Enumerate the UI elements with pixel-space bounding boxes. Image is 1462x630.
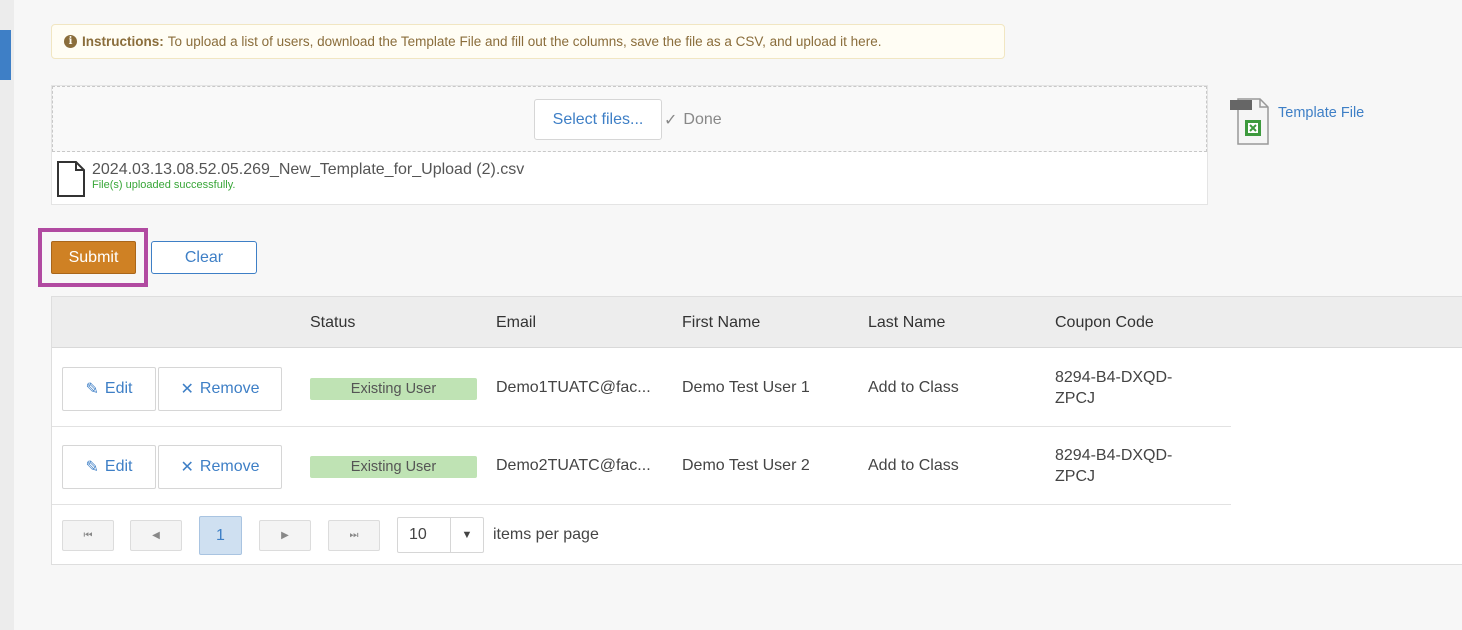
coupon-code-line: 8294-B4-DXQD- <box>1055 447 1173 464</box>
first-page-button[interactable]: ⏮ <box>62 520 114 551</box>
first-name-cell: Demo Test User 1 <box>682 379 810 396</box>
left-nav-accent <box>0 30 11 80</box>
pencil-icon: ✎ <box>85 459 99 476</box>
uploaded-file: 2024.03.13.08.52.05.269_New_Template_for… <box>56 161 524 197</box>
prev-page-icon: ◀ <box>152 530 160 541</box>
file-icon <box>57 161 85 197</box>
grid-header: Status Email First Name Last Name Coupon… <box>52 297 1462 348</box>
last-page-icon: ⏭ <box>349 530 359 541</box>
email-cell: Demo1TUATC@fac... <box>496 379 651 396</box>
page-1-button[interactable]: 1 <box>199 516 242 555</box>
last-name-cell: Add to Class <box>868 457 959 474</box>
first-name-cell: Demo Test User 2 <box>682 457 810 474</box>
x-icon: ✕ <box>180 459 194 476</box>
remove-label: Remove <box>199 380 260 397</box>
submit-button[interactable]: Submit <box>51 241 136 274</box>
column-header-last-name[interactable]: Last Name <box>868 297 945 348</box>
coupon-code-cell: 8294-B4-DXQD- ZPCJ <box>1055 349 1172 427</box>
edit-label: Edit <box>104 380 133 397</box>
x-icon: ✕ <box>180 381 194 398</box>
next-page-icon: ▶ <box>281 530 289 541</box>
status-badge: Existing User <box>310 378 477 400</box>
coupon-code-cell: 8294-B4-DXQD- ZPCJ <box>1055 427 1172 505</box>
file-upload: Select files... ✓ Done 2024.03.13.08.52.… <box>51 85 1208 205</box>
left-rail <box>0 0 14 630</box>
coupon-code-line: 8294-B4-DXQD- <box>1055 369 1173 386</box>
pencil-icon: ✎ <box>85 381 99 398</box>
instructions-banner: i Instructions: To upload a list of user… <box>51 24 1005 59</box>
table-row: ✎ Edit ✕ Remove Existing User Demo1TUATC… <box>52 349 1231 427</box>
xls-file-icon <box>1230 98 1269 145</box>
column-header-status[interactable]: Status <box>310 297 355 348</box>
prev-page-button[interactable]: ◀ <box>130 520 182 551</box>
template-file-link[interactable]: Template File <box>1228 96 1364 146</box>
remove-button[interactable]: ✕ Remove <box>158 367 282 411</box>
template-file-label[interactable]: Template File <box>1278 105 1364 121</box>
status-badge: Existing User <box>310 456 477 478</box>
remove-label: Remove <box>199 458 260 475</box>
file-upload-status: File(s) uploaded successfully. <box>92 179 236 191</box>
instructions-label: Instructions: <box>82 34 164 49</box>
column-header-first-name[interactable]: First Name <box>682 297 760 348</box>
column-header-email[interactable]: Email <box>496 297 536 348</box>
file-name: 2024.03.13.08.52.05.269_New_Template_for… <box>92 161 525 178</box>
info-icon: i <box>64 35 77 48</box>
items-per-page-label: items per page <box>493 526 599 543</box>
page-size-select[interactable]: 10 ▼ <box>397 517 484 553</box>
coupon-code-line: ZPCJ <box>1055 468 1095 485</box>
table-row: ✎ Edit ✕ Remove Existing User Demo2TUATC… <box>52 427 1231 505</box>
pager: ⏮ ◀ 1 ▶ ⏭ 10 ▼ items per page <box>52 506 1462 566</box>
next-page-button[interactable]: ▶ <box>259 520 311 551</box>
users-grid: Status Email First Name Last Name Coupon… <box>51 296 1462 565</box>
edit-label: Edit <box>104 458 133 475</box>
check-icon: ✓ <box>664 111 678 129</box>
remove-button[interactable]: ✕ Remove <box>158 445 282 489</box>
edit-button[interactable]: ✎ Edit <box>62 445 156 489</box>
dropdown-arrow-icon[interactable]: ▼ <box>450 518 483 552</box>
instructions-text: To upload a list of users, download the … <box>167 34 882 49</box>
coupon-code-line: ZPCJ <box>1055 390 1095 407</box>
clear-button[interactable]: Clear <box>151 241 257 274</box>
page-size-value: 10 <box>409 526 427 543</box>
done-label: Done <box>683 110 722 128</box>
upload-done-status: ✓ Done <box>664 99 722 140</box>
select-files-button[interactable]: Select files... <box>534 99 662 140</box>
drop-zone[interactable]: Select files... ✓ Done <box>52 86 1207 152</box>
first-page-icon: ⏮ <box>83 530 93 541</box>
last-name-cell: Add to Class <box>868 379 959 396</box>
email-cell: Demo2TUATC@fac... <box>496 457 651 474</box>
column-header-coupon-code[interactable]: Coupon Code <box>1055 297 1154 348</box>
edit-button[interactable]: ✎ Edit <box>62 367 156 411</box>
last-page-button[interactable]: ⏭ <box>328 520 380 551</box>
